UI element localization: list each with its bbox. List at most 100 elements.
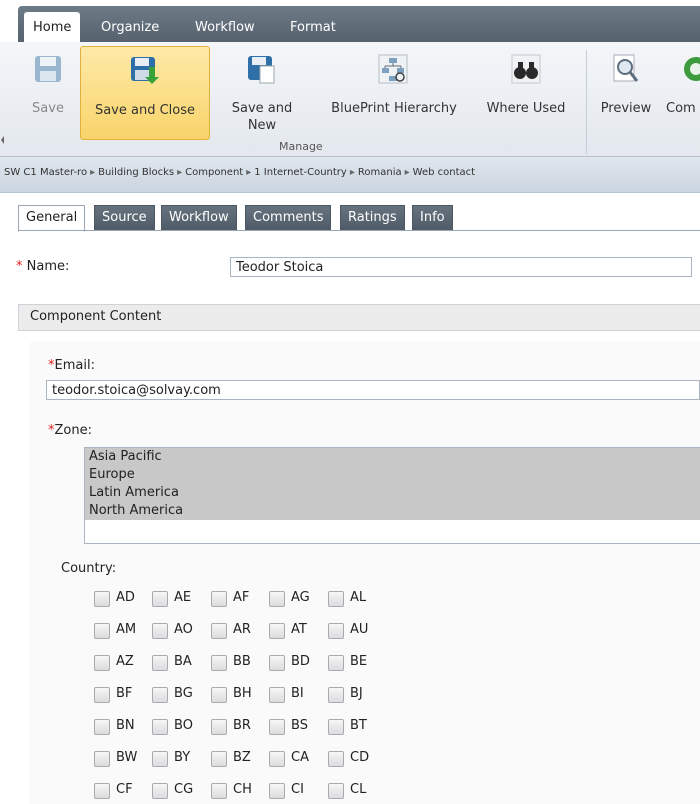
binoculars-icon bbox=[511, 54, 541, 84]
ribbon-panel: Save Save and Close Save and New BluePri… bbox=[0, 42, 700, 157]
country-checkbox-grid: AD AE AF AG AL AM AO AR AT AU AZ BA BB B… bbox=[94, 588, 700, 804]
email-input[interactable]: teodor.stoica@solvay.com bbox=[46, 380, 700, 400]
hierarchy-icon bbox=[378, 54, 408, 84]
tab-format[interactable]: Format bbox=[281, 14, 345, 42]
checkbox-icon bbox=[94, 783, 110, 799]
checkbox-icon bbox=[328, 719, 344, 735]
required-marker: * bbox=[16, 259, 23, 274]
checkbox-icon bbox=[269, 687, 285, 703]
breadcrumb-separator-icon: ▸ bbox=[246, 167, 252, 178]
checkbox-icon bbox=[211, 623, 227, 639]
compare-icon bbox=[684, 57, 700, 81]
checkbox-icon bbox=[211, 719, 227, 735]
name-label-row: * Name: bbox=[16, 259, 69, 274]
checkbox-icon bbox=[328, 623, 344, 639]
checkbox-icon bbox=[328, 655, 344, 671]
com-label: Com bbox=[666, 101, 696, 116]
checkbox-icon bbox=[152, 783, 168, 799]
com-button-partial[interactable]: Com bbox=[664, 46, 700, 138]
email-label: Email: bbox=[54, 358, 95, 373]
checkbox-icon bbox=[269, 751, 285, 767]
breadcrumb-item[interactable]: Web contact bbox=[413, 167, 475, 178]
checkbox-icon bbox=[328, 591, 344, 607]
checkbox-icon bbox=[152, 623, 168, 639]
checkbox-icon bbox=[152, 751, 168, 767]
tab-info[interactable]: Info bbox=[412, 205, 453, 231]
blueprint-hierarchy-label: BluePrint Hierarchy bbox=[331, 101, 457, 116]
checkbox-icon bbox=[94, 751, 110, 767]
tab-general[interactable]: General bbox=[18, 205, 86, 232]
breadcrumb-separator-icon: ▸ bbox=[177, 167, 183, 178]
checkbox-icon bbox=[211, 687, 227, 703]
checkbox-icon bbox=[269, 655, 285, 671]
checkbox-icon bbox=[269, 591, 285, 607]
ribbon-tabbar: Home Organize Workflow Format bbox=[0, 0, 700, 42]
checkbox-icon bbox=[211, 751, 227, 767]
checkbox-icon bbox=[269, 719, 285, 735]
checkbox-icon bbox=[152, 591, 168, 607]
checkbox-icon bbox=[211, 591, 227, 607]
checkbox-icon bbox=[328, 687, 344, 703]
tab-home[interactable]: Home bbox=[24, 12, 81, 42]
save-button[interactable]: Save bbox=[22, 46, 74, 138]
checkbox-icon bbox=[152, 687, 168, 703]
breadcrumb-bar: SW C1 Master-ro ▸ Building Blocks ▸ Componen… bbox=[0, 157, 700, 193]
group-label-manage: Manage bbox=[279, 140, 323, 153]
checkbox-icon bbox=[152, 719, 168, 735]
save-and-close-label: Save and Close bbox=[94, 103, 196, 118]
section-title: Component Content bbox=[30, 309, 162, 324]
save-and-new-label: Save and New bbox=[231, 101, 293, 133]
checkbox-icon bbox=[328, 783, 344, 799]
tab-source[interactable]: Source bbox=[94, 205, 155, 231]
breadcrumb-separator-icon: ▸ bbox=[90, 167, 96, 178]
checkbox-icon bbox=[94, 591, 110, 607]
breadcrumb-item[interactable]: SW C1 Master-ro bbox=[4, 167, 87, 178]
checkbox-icon bbox=[94, 623, 110, 639]
where-used-label: Where Used bbox=[486, 101, 566, 116]
zone-option[interactable]: Latin America bbox=[85, 484, 700, 502]
tab-organize[interactable]: Organize bbox=[92, 14, 168, 42]
zone-option[interactable]: Europe bbox=[85, 466, 700, 484]
save-and-new-button[interactable]: Save and New bbox=[220, 46, 304, 138]
zone-label: Zone: bbox=[54, 423, 92, 438]
tab-ratings[interactable]: Ratings bbox=[340, 205, 405, 231]
breadcrumb-item[interactable]: Building Blocks bbox=[98, 167, 174, 178]
preview-label: Preview bbox=[600, 101, 652, 116]
checkbox-icon bbox=[328, 751, 344, 767]
breadcrumb-item[interactable]: 1 Internet-Country bbox=[254, 167, 347, 178]
ribbon-group-separator bbox=[586, 50, 587, 154]
checkbox-icon bbox=[211, 655, 227, 671]
blueprint-hierarchy-button[interactable]: BluePrint Hierarchy bbox=[318, 46, 470, 138]
checkbox-icon bbox=[94, 655, 110, 671]
breadcrumb-separator-icon: ▸ bbox=[349, 167, 355, 178]
tab-workflow[interactable]: Workflow bbox=[186, 14, 264, 42]
preview-button[interactable]: Preview bbox=[592, 46, 660, 138]
tab-comments[interactable]: Comments bbox=[245, 205, 332, 231]
country-label: Country: bbox=[61, 561, 117, 576]
breadcrumb-item[interactable]: Romania bbox=[358, 167, 402, 178]
checkbox-icon bbox=[152, 655, 168, 671]
component-content-section-header[interactable]: Component Content bbox=[18, 304, 700, 331]
save-and-close-button[interactable]: Save and Close bbox=[80, 46, 210, 140]
tabs-divider bbox=[18, 230, 700, 231]
magnifier-icon bbox=[613, 54, 639, 82]
breadcrumb-separator-icon: ▸ bbox=[404, 167, 410, 178]
checkbox-icon bbox=[94, 687, 110, 703]
checkbox-icon bbox=[269, 623, 285, 639]
zone-label-row: *Zone: bbox=[48, 423, 92, 438]
breadcrumb: SW C1 Master-ro ▸ Building Blocks ▸ Componen… bbox=[4, 167, 475, 178]
checkbox-icon bbox=[211, 783, 227, 799]
zone-listbox[interactable]: Asia Pacific Europe Latin America North … bbox=[84, 447, 700, 544]
name-label: Name: bbox=[26, 259, 70, 274]
email-label-row: *Email: bbox=[48, 358, 95, 373]
zone-option[interactable]: Asia Pacific bbox=[85, 448, 700, 466]
floppy-disk-icon bbox=[35, 56, 61, 82]
checkbox-icon bbox=[269, 783, 285, 799]
name-input[interactable]: Teodor Stoica bbox=[230, 257, 692, 277]
where-used-button[interactable]: Where Used bbox=[478, 46, 574, 138]
checkbox-icon bbox=[94, 719, 110, 735]
zone-option[interactable]: North America bbox=[85, 502, 700, 520]
tab-workflow-content[interactable]: Workflow bbox=[161, 205, 237, 231]
save-new-icon bbox=[248, 56, 275, 84]
breadcrumb-item[interactable]: Component bbox=[185, 167, 243, 178]
